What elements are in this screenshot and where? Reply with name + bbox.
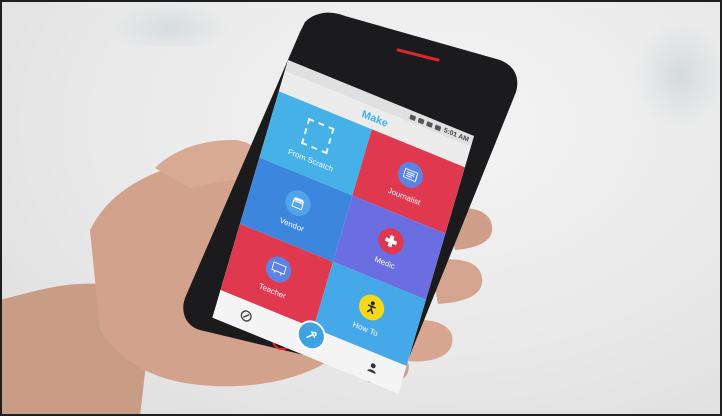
- profile-icon[interactable]: [361, 355, 385, 381]
- wifi-icon: [418, 117, 426, 125]
- tile-label: Journalist: [387, 185, 422, 207]
- signal-icon: [426, 120, 434, 128]
- figure-icon: [356, 290, 388, 324]
- tile-label: Teacher: [257, 281, 287, 301]
- dashed-square-icon: [301, 117, 335, 154]
- notification-icon: [409, 113, 417, 121]
- tile-label: Vendor: [278, 215, 305, 234]
- chalkboard-icon: [263, 252, 295, 286]
- newspaper-icon: [395, 157, 427, 192]
- battery-icon: [434, 124, 442, 132]
- tile-label: Medic: [373, 254, 396, 271]
- medical-cross-icon: [375, 223, 407, 258]
- storefront-icon: [282, 185, 314, 220]
- tile-label: How To: [351, 319, 379, 338]
- compass-icon[interactable]: [234, 303, 258, 329]
